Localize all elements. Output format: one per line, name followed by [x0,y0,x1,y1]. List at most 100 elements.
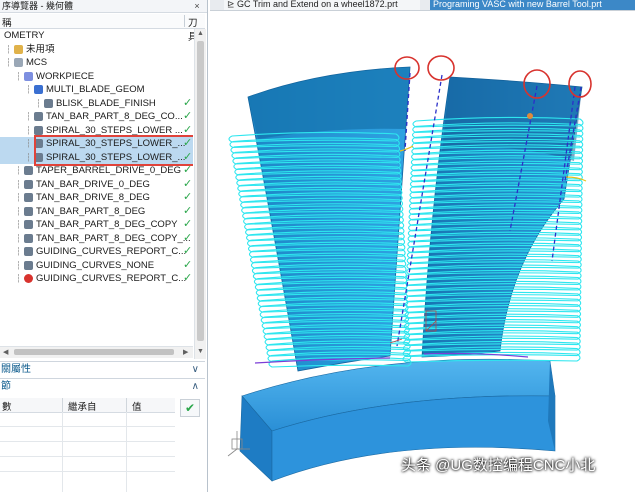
operation-tree: OMETRY ┆ 未用項 ┆ MCS ┆ WORKPIECE ┆ MULTI_BLADE_GEO… [0,29,193,345]
scroll-thumb-horizontal[interactable] [14,349,174,355]
tree-connector: ┆ [16,220,21,229]
tree-row-label: TAN_BAR_PART_8_DEG_COPY [36,219,178,230]
tree-row[interactable]: ┆ TAN_BAR_PART_8_DEG ✓ [0,205,193,219]
dependencies-panel-header[interactable]: 關屬性 ∨ [0,361,205,377]
tree-connector: ┆ [16,206,21,216]
tab-label: GC Trim and Extend on a wheel1872.prt [237,0,398,9]
grid-divider [0,426,175,427]
scroll-right-icon[interactable]: ▶ [183,348,188,356]
tree-row[interactable]: OMETRY [0,29,193,43]
tree-connector: ┆ [16,166,21,175]
tree-connector: ┆ [16,179,21,189]
tree-row-label: GUIDING_CURVES_NONE [36,259,155,271]
scroll-down-icon[interactable]: ▼ [197,348,204,355]
tree-connector: ┆ [16,274,21,283]
grid-divider [0,471,175,472]
error-operation-icon [24,274,33,283]
tree-row[interactable]: ┆ 未用項 [0,43,193,57]
document-tab-bar: ⊵ GC Trim and Extend on a wheel1872.prt … [210,0,635,11]
tree-row[interactable]: ┆ TAN_BAR_PART_8_DEG_CO... ✓ [0,110,193,124]
tree-row-label: BLISK_BLADE_FINISH [56,97,156,109]
chevron-up-icon[interactable]: ∧ [191,379,199,394]
tree-row[interactable]: ┆ TAN_BAR_DRIVE_0_DEG ✓ [0,178,193,192]
apply-check-icon[interactable]: ✔ [180,399,200,417]
scroll-up-icon[interactable]: ▲ [197,30,204,37]
status-check-icon: ✓ [183,272,193,284]
dependencies-label: 關屬性 [1,364,31,375]
tree-connector: ┆ [6,58,11,67]
tree-row[interactable]: ┆ TAN_BAR_PART_8_DEG_COPY ✓ [0,218,193,232]
selection-highlight-box [34,135,193,166]
vertical-scrollbar[interactable]: ▲ ▼ [194,29,206,359]
tree-row[interactable]: ┆ MCS [0,56,193,70]
operation-icon [24,247,33,256]
status-check-icon: ✓ [183,110,193,122]
tree-row-label: GUIDING_CURVES_REPORT_C... [36,246,187,257]
tree-row[interactable]: ┆ GUIDING_CURVES_NONE ✓ [0,259,193,273]
tree-row-label: MCS [26,57,48,68]
tool-contact-point [527,113,533,119]
tree-row-label: MULTI_BLADE_GEOM [46,84,145,95]
details-panel-header[interactable]: 節 ∧ [0,378,205,394]
status-check-icon: ✓ [183,231,193,244]
tree-connector: ┆ [26,139,31,148]
tree-connector: ┆ [16,247,21,256]
operation-navigator: 序導覽器 - 幾何體 × 稱 刀具 OMETRY ┆ 未用項 ┆ MCS ┆ WORKPIE… [0,0,208,492]
tree-connector: ┆ [36,98,41,108]
navigator-title-bar: 序導覽器 - 幾何體 × [0,0,207,13]
watermark: 头条 @UG数控编程CNC小北 [401,457,596,474]
tree-row-label: TAPER_BARREL_DRIVE_0_DEG [36,165,182,176]
tree-row[interactable]: ┆ TAN_BAR_PART_8_DEG_COPY_... ✓ [0,232,193,246]
operation-icon [24,206,33,216]
tab-label: Programing VASC with new Barrel Tool.prt [433,0,602,9]
tree-connector: ┆ [26,112,31,121]
details-label: 節 [1,381,11,392]
status-check-icon: ✓ [183,191,193,203]
status-check-icon: ✓ [183,245,193,257]
column-inherited-from[interactable]: 繼承自 [68,399,97,413]
tree-row-label: TAN_BAR_DRIVE_0_DEG [36,178,150,190]
close-icon[interactable]: × [190,0,202,12]
mcs-icon [14,58,23,67]
navigator-column-header: 稱 刀具 [0,14,205,43]
tree-row[interactable]: ┆ MULTI_BLADE_GEOM [0,83,193,97]
tree-row[interactable]: ┆ BLISK_BLADE_FINISH ✓ [0,97,193,111]
scroll-left-icon[interactable]: ◀ [3,348,8,356]
part-file-icon: ⊵ [227,0,238,9]
grid-divider [126,412,127,492]
operation-icon [24,260,33,270]
chevron-down-icon[interactable]: ∨ [191,362,199,377]
tree-row[interactable]: ┆ WORKPIECE [0,70,193,84]
graphics-viewport[interactable] [210,11,635,492]
tree-row-label: TAN_BAR_PART_8_DEG_CO... [46,111,183,122]
tree-row[interactable]: ┆ GUIDING_CURVES_REPORT_C... ✓ [0,272,193,286]
horizontal-scrollbar[interactable]: ◀ ▶ [0,346,193,358]
operation-icon [24,166,33,175]
tree-row[interactable]: ┆ TAPER_BARREL_DRIVE_0_DEG ✓ [0,164,193,178]
tree-row-label: TAN_BAR_PART_8_DEG [36,205,146,217]
operation-icon [24,220,33,229]
scroll-thumb[interactable] [197,41,204,341]
status-check-icon: ✓ [183,96,193,109]
column-name-header[interactable]: 稱 [2,15,12,29]
tree-row-label: WORKPIECE [36,70,95,82]
grid-divider [0,456,175,457]
grid-divider [0,441,175,442]
model-view[interactable] [210,11,635,492]
operation-icon [24,233,33,243]
blade-geom-icon [34,85,43,94]
column-value[interactable]: 值 [132,399,142,413]
status-check-icon: ✓ [183,258,193,271]
tree-connector: ┆ [16,193,21,202]
column-tool-header[interactable]: 刀具 [184,15,205,43]
tree-row[interactable]: ┆ TAN_BAR_DRIVE_8_DEG ✓ [0,191,193,205]
tree-row[interactable]: ┆ GUIDING_CURVES_REPORT_C... ✓ [0,245,193,259]
operation-icon [44,98,53,108]
tree-row-label: TAN_BAR_PART_8_DEG_COPY_... [36,232,191,244]
tab-programing-vasc[interactable]: Programing VASC with new Barrel Tool.prt [430,0,635,10]
tab-gc-trim-extend[interactable]: ⊵ GC Trim and Extend on a wheel1872.prt [224,0,420,10]
operation-icon [34,112,43,121]
status-check-icon: ✓ [183,177,193,190]
column-parameter[interactable]: 數 [2,399,12,413]
tree-row-label: 未用項 [26,43,55,55]
